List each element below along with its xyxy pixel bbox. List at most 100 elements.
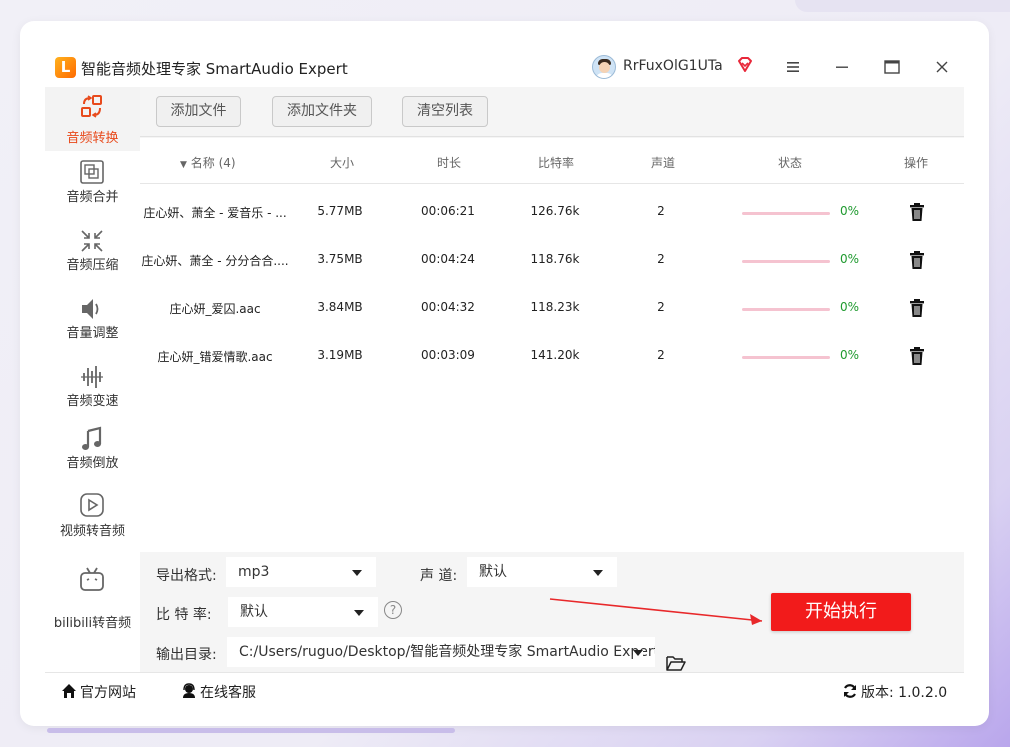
minimize-icon[interactable]	[831, 56, 853, 78]
support-link[interactable]: 在线客服	[181, 682, 256, 702]
audio-compress-icon	[81, 230, 103, 252]
waveform-icon	[81, 366, 103, 388]
video-play-icon	[80, 493, 104, 517]
table-row[interactable]: 庄心妍_爱囚.aac 3.84MB 00:04:32 118.23k 2 0%	[140, 284, 964, 332]
background-decoration-bar	[47, 728, 455, 733]
sidebar-item-audio-compress[interactable]: 音频压缩	[45, 221, 140, 285]
channel-label: 声 道:	[420, 568, 458, 584]
column-header-duration: 时长	[437, 156, 462, 170]
progress-bar	[742, 212, 830, 215]
file-size: 5.77MB	[317, 204, 363, 218]
audio-convert-icon	[81, 95, 102, 118]
sidebar-item-audio-convert[interactable]: 音频转换	[45, 87, 140, 151]
file-bitrate: 118.76k	[530, 252, 580, 266]
sidebar-item-label: 音频倒放	[66, 456, 119, 471]
table-row[interactable]: 庄心妍、萧全 - 爱音乐 - ... 5.77MB 00:06:21 126.7…	[140, 188, 964, 236]
format-dropdown[interactable]: mp3	[226, 557, 376, 587]
file-name: 庄心妍、萧全 - 分分合合....	[141, 254, 289, 268]
channel-dropdown[interactable]: 默认	[467, 557, 617, 587]
headset-icon	[183, 683, 195, 698]
file-duration: 00:06:21	[421, 204, 475, 218]
progress-bar	[742, 260, 830, 263]
output-dir-dropdown[interactable]: C:/Users/ruguo/Desktop/智能音频处理专家 SmartAud…	[227, 637, 655, 667]
sidebar-item-label: 音频变速	[66, 394, 119, 409]
sidebar-item-video-to-audio[interactable]: 视频转音频	[45, 485, 140, 549]
maximize-icon[interactable]	[881, 56, 903, 78]
progress-bar	[742, 356, 830, 359]
username[interactable]: RrFuxOlG1UTa	[623, 58, 723, 74]
column-header-name[interactable]: ▼ 名称 (4)	[180, 154, 236, 171]
sidebar-item-label: 音频转换	[66, 131, 119, 146]
start-button[interactable]: 开始执行	[771, 593, 911, 631]
title-bar: L 智能音频处理专家 SmartAudio Expert RrFuxOlG1UT…	[45, 47, 964, 87]
chevron-down-icon	[354, 610, 364, 616]
status-bar: 官方网站 在线客服 版本: 1.0.2.0	[45, 672, 964, 709]
add-file-button[interactable]: 添加文件	[156, 96, 241, 127]
toolbar: 添加文件 添加文件夹 清空列表	[140, 87, 964, 137]
column-header-status: 状态	[778, 156, 803, 170]
trash-icon[interactable]	[908, 202, 926, 222]
column-header-bitrate: 比特率	[538, 156, 575, 170]
file-size: 3.75MB	[317, 252, 363, 266]
bilibili-tv-icon	[80, 567, 104, 591]
trash-icon[interactable]	[908, 250, 926, 270]
file-name: 庄心妍、萧全 - 爱音乐 - ...	[143, 206, 287, 220]
avatar[interactable]	[592, 55, 616, 79]
chevron-down-icon	[633, 650, 643, 656]
file-bitrate: 141.20k	[530, 348, 580, 362]
file-size: 3.19MB	[317, 348, 363, 362]
app-title: 智能音频处理专家 SmartAudio Expert	[81, 60, 348, 78]
music-note-icon	[82, 426, 102, 450]
sidebar-item-audio-merge[interactable]: 音频合并	[45, 153, 140, 217]
file-channels: 2	[657, 348, 665, 362]
website-link[interactable]: 官方网站	[61, 682, 136, 702]
help-icon[interactable]: ?	[384, 601, 402, 619]
file-name: 庄心妍_错爱情歌.aac	[157, 350, 273, 364]
settings-panel: 导出格式: mp3 声 道: 默认 比 特 率: 默认 ? 开始执行 输出目录:	[140, 552, 964, 672]
sidebar-item-speed[interactable]: 音频变速	[45, 357, 140, 421]
column-header-action: 操作	[904, 156, 929, 170]
app-window: L 智能音频处理专家 SmartAudio Expert RrFuxOlG1UT…	[45, 47, 964, 709]
file-size: 3.84MB	[317, 300, 363, 314]
home-icon	[62, 684, 76, 698]
main-panel: 添加文件 添加文件夹 清空列表 ▼ 名称 (4) 大小 时长 比特率 声道 状态…	[140, 87, 964, 672]
folder-open-icon[interactable]	[666, 655, 686, 671]
column-header-channels: 声道	[651, 156, 676, 170]
sidebar-item-label: bilibili转音频	[53, 616, 132, 631]
file-channels: 2	[657, 252, 665, 266]
table-row[interactable]: 庄心妍_错爱情歌.aac 3.19MB 00:03:09 141.20k 2 0…	[140, 332, 964, 380]
app-logo-icon: L	[55, 57, 76, 78]
sidebar: 音频转换 音频合并 音频压缩 音量调整 音频变速 音频倒放 视频转音频 bili…	[45, 87, 140, 672]
sidebar-item-reverse[interactable]: 音频倒放	[45, 419, 140, 483]
audio-merge-icon	[80, 160, 104, 184]
sort-down-icon: ▼	[180, 160, 187, 170]
channel-value: 默认	[479, 564, 507, 580]
vip-diamond-icon[interactable]	[736, 56, 754, 74]
bitrate-value: 默认	[240, 604, 268, 620]
menu-icon[interactable]	[782, 56, 804, 78]
progress-percent: 0%	[840, 204, 860, 218]
sidebar-item-volume[interactable]: 音量调整	[45, 289, 140, 353]
add-folder-button[interactable]: 添加文件夹	[272, 96, 372, 127]
bitrate-dropdown[interactable]: 默认	[228, 597, 378, 627]
file-bitrate: 126.76k	[530, 204, 580, 218]
sidebar-item-label: 音频合并	[66, 190, 119, 205]
version-info[interactable]: 版本: 1.0.2.0	[842, 682, 947, 702]
progress-percent: 0%	[840, 252, 860, 266]
file-channels: 2	[657, 204, 665, 218]
chevron-down-icon	[352, 570, 362, 576]
volume-icon	[82, 299, 99, 319]
file-name: 庄心妍_爱囚.aac	[169, 302, 261, 316]
trash-icon[interactable]	[908, 298, 926, 318]
trash-icon[interactable]	[908, 346, 926, 366]
progress-percent: 0%	[840, 348, 860, 362]
clear-list-button[interactable]: 清空列表	[402, 96, 488, 127]
bitrate-label: 比 特 率:	[156, 607, 212, 623]
red-arrow-annotation	[549, 598, 763, 625]
file-duration: 00:04:24	[421, 252, 475, 266]
table-row[interactable]: 庄心妍、萧全 - 分分合合.... 3.75MB 00:04:24 118.76…	[140, 236, 964, 284]
sidebar-item-bilibili[interactable]: bilibili转音频	[45, 559, 140, 631]
file-duration: 00:03:09	[421, 348, 475, 362]
close-icon[interactable]	[931, 56, 953, 78]
file-bitrate: 118.23k	[530, 300, 580, 314]
